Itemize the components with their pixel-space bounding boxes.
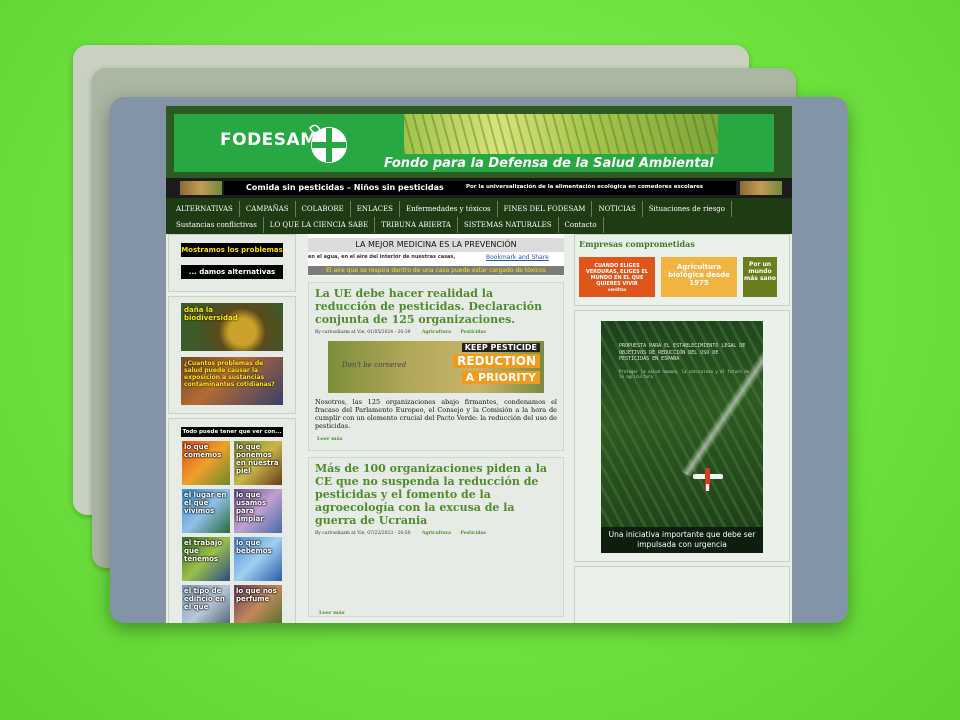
poster-title: PROPUESTA PARA EL ESTABLECIMIENTO LEGAL … bbox=[619, 343, 746, 362]
children-food-image bbox=[180, 181, 222, 195]
left-sidebar: Mostramos los problemas ... damos altern… bbox=[168, 234, 296, 623]
image-line-1: KEEP PESTICIDE bbox=[461, 343, 540, 352]
header-banner[interactable]: FODESAM Fondo para la Defensa de la Salu… bbox=[174, 114, 774, 172]
issues-box: daña la biodiversidad ¿Cuantos problemas… bbox=[168, 296, 296, 414]
article-meta: By carlosdiazm at Vie, 07/22/2023 - 20:5… bbox=[315, 531, 557, 536]
strip-right-text: Por la universalización de la alimentaci… bbox=[466, 184, 704, 190]
pesticide-reduction-poster[interactable]: PROPUESTA PARA EL ESTABLECIMIENTO LEGAL … bbox=[601, 321, 763, 553]
article-title[interactable]: La UE debe hacer realidad la reducción d… bbox=[315, 287, 557, 326]
tag-pesticidas[interactable]: Pesticidas bbox=[460, 531, 486, 536]
prevention-title: LA MEJOR MEDICINA ES LA PREVENCIÓN bbox=[308, 238, 564, 252]
tile-perfume[interactable]: lo que nos perfume bbox=[234, 585, 282, 623]
campaign-strip[interactable]: Comida sin pesticidas – Niños sin pestic… bbox=[166, 178, 792, 198]
tile-food[interactable]: lo que comemos bbox=[182, 441, 230, 485]
verditas-ad-text: CUANDO ELIGES VERDURAS, ELIGES EL MUNDO … bbox=[585, 263, 649, 287]
logo-text: FODESAM bbox=[220, 130, 318, 150]
article-byline: By carlosdiazm at Vie, 01/05/2024 - 20:3… bbox=[315, 330, 411, 335]
vegetables-image bbox=[740, 181, 782, 195]
problems-box: Mostramos los problemas ... damos altern… bbox=[168, 234, 296, 292]
organic-ad[interactable]: Agricultura biológica desde 1975 bbox=[661, 257, 737, 297]
tile-drink[interactable]: lo que bebemos bbox=[234, 537, 282, 581]
image-line-3: A PRIORITY bbox=[461, 371, 540, 384]
prevention-bottom: El aire que se respira dentro de una cas… bbox=[308, 266, 564, 275]
article-byline: By carlosdiazm at Vie, 07/22/2023 - 20:5… bbox=[315, 531, 411, 536]
site-tagline: Fondo para la Defensa de la Salud Ambien… bbox=[384, 156, 714, 171]
tile-cleaning[interactable]: lo que usamos para limpiar bbox=[234, 489, 282, 533]
grid-title: Todo puede tener que ver con... bbox=[181, 427, 283, 437]
nav-item-noticias[interactable]: NOTICIAS bbox=[592, 201, 643, 217]
tile-drink-label: lo que bebemos bbox=[236, 539, 272, 555]
tile-work[interactable]: el trabajo que tenemos bbox=[182, 537, 230, 581]
poster-caption: Una iniciativa importante que debe ser i… bbox=[601, 527, 763, 553]
nav-item-tribuna[interactable]: TRIBUNA ABIERTA bbox=[375, 217, 458, 233]
tile-home[interactable]: el lugar en el que vivimos bbox=[182, 489, 230, 533]
read-more-link[interactable]: Leer más bbox=[317, 436, 557, 442]
article-body: Nosotros, las 125 organizaciones abajo f… bbox=[315, 398, 557, 430]
nav-item-sustancias[interactable]: Sustancias conflictivas bbox=[170, 217, 264, 233]
healthy-world-ad[interactable]: Por un mundo más sano bbox=[743, 257, 777, 297]
topic-grid: lo que comemos lo que ponemos en nuestra… bbox=[169, 441, 295, 623]
article-image: Don't be cornered KEEP PESTICIDE REDUCTI… bbox=[328, 341, 544, 393]
butterfly-cross-logo-icon bbox=[309, 124, 347, 163]
main-nav: ALTERNATIVAS CAMPAÑAS COLABORE ENLACES E… bbox=[166, 198, 792, 234]
empty-box bbox=[574, 566, 790, 623]
article-meta: By carlosdiazm at Vie, 01/05/2024 - 20:3… bbox=[315, 330, 557, 335]
image-line-2: REDUCTION bbox=[453, 354, 540, 368]
tile-food-label: lo que comemos bbox=[184, 443, 222, 459]
bookmark-share-link[interactable]: Bookmark and Share bbox=[486, 254, 549, 261]
tile-building[interactable]: el tipo de edificio en el que bbox=[182, 585, 230, 623]
verditas-ad[interactable]: CUANDO ELIGES VERDURAS, ELIGES EL MUNDO … bbox=[579, 257, 655, 297]
exposure-label: ¿Cuantos problemas de salud puede causar… bbox=[184, 360, 275, 388]
prevention-subtitle: en el agua, en el aire del interior de n… bbox=[308, 254, 456, 260]
article-title[interactable]: Más de 100 organizaciones piden a la CE … bbox=[315, 462, 557, 527]
page-content: Mostramos los problemas ... damos altern… bbox=[166, 234, 792, 623]
companies-title: Empresas comprometidas bbox=[579, 239, 695, 249]
problems-button[interactable]: Mostramos los problemas bbox=[181, 243, 283, 257]
tile-home-label: el lugar en el que vivimos bbox=[184, 491, 227, 515]
tag-agricultura[interactable]: Agricultura bbox=[422, 330, 451, 335]
nav-item-campanas[interactable]: CAMPAÑAS bbox=[240, 201, 296, 217]
everything-box: Todo puede tener que ver con... lo que c… bbox=[168, 418, 296, 623]
nav-item-enlaces[interactable]: ENLACES bbox=[351, 201, 400, 217]
tile-work-label: el trabajo que tenemos bbox=[184, 539, 223, 563]
poster-box: PROPUESTA PARA EL ESTABLECIMIENTO LEGAL … bbox=[574, 310, 790, 562]
nav-item-sistemas[interactable]: SISTEMAS NATURALES bbox=[458, 217, 559, 233]
prevention-banner[interactable]: LA MEJOR MEDICINA ES LA PREVENCIÓN en el… bbox=[308, 234, 564, 276]
nav-item-alternativas[interactable]: ALTERNATIVAS bbox=[170, 201, 240, 217]
tag-agricultura[interactable]: Agricultura bbox=[422, 531, 451, 536]
tile-skin-label: lo que ponemos en nuestra piel bbox=[236, 443, 279, 475]
strip-left-text: Comida sin pesticidas – Niños sin pestic… bbox=[246, 183, 444, 192]
nav-item-situaciones[interactable]: Situaciones de riesgo bbox=[643, 201, 732, 217]
exposure-photo[interactable]: ¿Cuantos problemas de salud puede causar… bbox=[181, 357, 283, 405]
main-column: LA MEJOR MEDICINA ES LA PREVENCIÓN en el… bbox=[308, 234, 564, 617]
nav-item-colabore[interactable]: COLABORE bbox=[296, 201, 351, 217]
image-signature: Don't be cornered bbox=[342, 361, 407, 369]
alternatives-button[interactable]: ... damos alternativas bbox=[181, 265, 283, 279]
verditas-brand: verditas bbox=[607, 287, 627, 292]
tile-building-label: el tipo de edificio en el que bbox=[184, 587, 225, 611]
nav-item-enfermedades[interactable]: Enfermedades y tóxicos bbox=[400, 201, 498, 217]
read-more-link[interactable]: Leer más bbox=[319, 610, 345, 616]
right-sidebar: Empresas comprometidas CUANDO ELIGES VER… bbox=[574, 234, 790, 623]
biodiversity-label: daña la biodiversidad bbox=[184, 306, 238, 322]
nav-item-contacto[interactable]: Contacto bbox=[559, 217, 604, 233]
tag-pesticidas[interactable]: Pesticidas bbox=[460, 330, 486, 335]
bee-photo[interactable]: daña la biodiversidad bbox=[181, 303, 283, 351]
nav-item-ciencia[interactable]: LO QUE LA CIENCIA SABE bbox=[264, 217, 376, 233]
article-card: Más de 100 organizaciones piden a la CE … bbox=[308, 457, 564, 617]
tile-skin[interactable]: lo que ponemos en nuestra piel bbox=[234, 441, 282, 485]
crop-duster-plane-icon bbox=[693, 468, 723, 491]
tile-cleaning-label: lo que usamos para limpiar bbox=[236, 491, 267, 523]
website-screen: FODESAM Fondo para la Defensa de la Salu… bbox=[166, 106, 792, 623]
tile-perfume-label: lo que nos perfume bbox=[236, 587, 277, 603]
nav-item-fines[interactable]: FINES DEL FODESAM bbox=[498, 201, 593, 217]
site-header: FODESAM Fondo para la Defensa de la Salu… bbox=[166, 106, 792, 178]
article-card: La UE debe hacer realidad la reducción d… bbox=[308, 282, 564, 451]
poster-subtitle: Proteger la salud humana, la naturaleza … bbox=[619, 369, 750, 379]
companies-box: Empresas comprometidas CUANDO ELIGES VER… bbox=[574, 234, 790, 306]
wheat-field-image bbox=[404, 114, 718, 154]
